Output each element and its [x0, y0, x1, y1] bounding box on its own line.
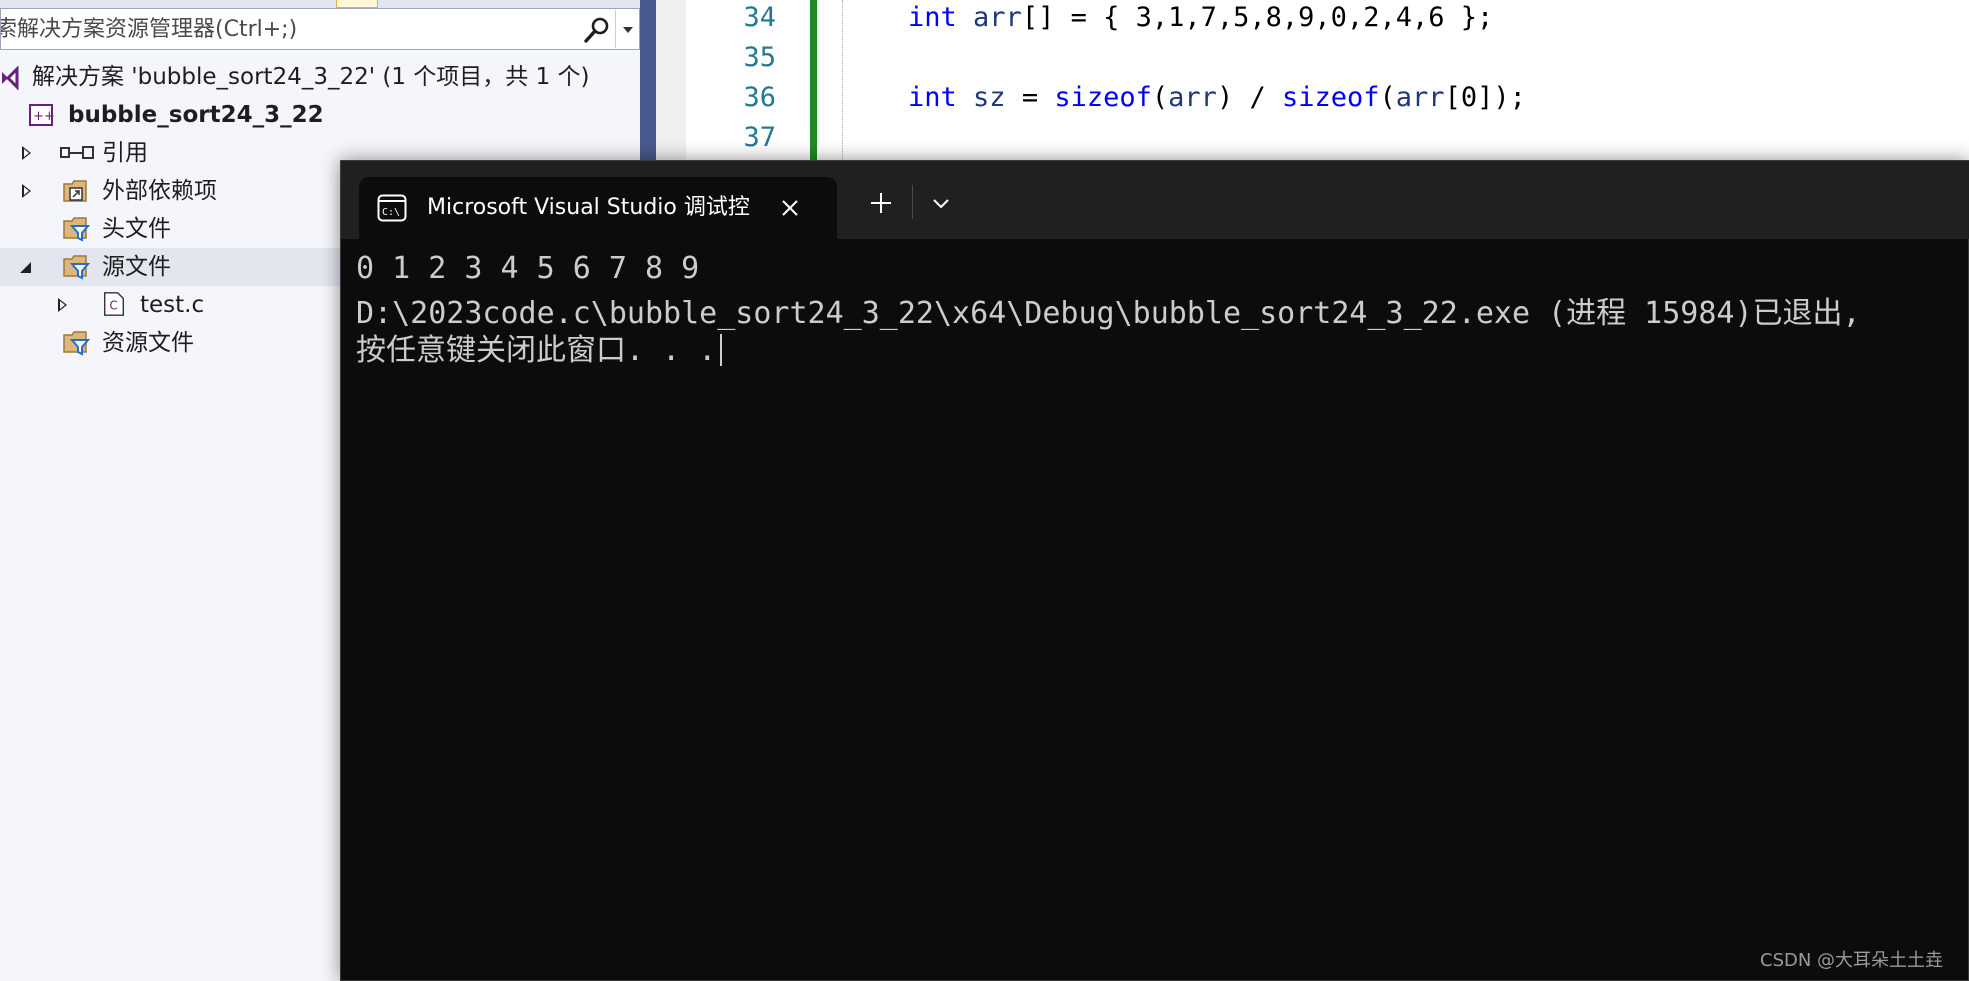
svg-text:C: C — [109, 299, 117, 313]
tree-item-solution[interactable]: 解决方案 'bubble_sort24_3_22' (1 个项目，共 1 个) — [0, 58, 640, 96]
console-prompt-line: 按任意键关闭此窗口. . . — [356, 325, 723, 369]
close-icon[interactable] — [775, 193, 805, 223]
identifier-token: arr — [973, 2, 1022, 33]
external-dependencies-label: 外部依赖项 — [102, 178, 217, 204]
keyword-token: sizeof — [1281, 82, 1380, 113]
console-output-line: 0 1 2 3 4 5 6 7 8 9 — [356, 251, 700, 286]
visual-studio-solution-icon — [2, 66, 19, 90]
code-editor[interactable]: 34 35 36 37 int arr[] = { 3,1,7,5,8,9,0,… — [686, 0, 1969, 160]
chevron-down-icon[interactable] — [923, 185, 959, 221]
document-tab-stub[interactable] — [336, 0, 378, 8]
console-icon: C:\ — [377, 194, 407, 222]
text-cursor — [720, 334, 723, 366]
solution-label: 解决方案 'bubble_sort24_3_22' (1 个项目，共 1 个) — [32, 64, 590, 90]
console-output-area[interactable]: 0 1 2 3 4 5 6 7 8 9 D:\2023code.c\bubble… — [341, 239, 1968, 980]
line-number: 34 — [743, 2, 776, 33]
search-input[interactable] — [1, 9, 571, 49]
external-dependencies-icon — [63, 180, 87, 202]
svg-text:++: ++ — [33, 109, 55, 124]
terminal-tab-strip: C:\ Microsoft Visual Studio 调试控 — [341, 161, 1969, 239]
tree-item-project[interactable]: ++ bubble_sort24_3_22 — [0, 96, 640, 134]
code-line-34: int arr[] = { 3,1,7,5,8,9,0,2,4,6 }; — [908, 2, 1493, 33]
code-token: = — [1005, 82, 1055, 113]
reference-icon — [60, 146, 94, 159]
line-number: 37 — [743, 122, 776, 153]
filter-folder-icon — [63, 217, 90, 242]
code-line-36: int sz = sizeof(arr) / sizeof(arr[0]); — [908, 82, 1526, 113]
new-tab-plus-icon[interactable] — [861, 183, 901, 223]
c-file-icon: C — [104, 292, 124, 316]
code-token: ( — [1379, 82, 1396, 113]
collapse-arrow-icon[interactable] — [18, 248, 38, 286]
change-tracking-bar — [810, 0, 817, 160]
code-token: ) / — [1216, 82, 1282, 113]
code-token: [0]); — [1444, 82, 1526, 113]
watermark-text: CSDN @大耳朵土土垚 — [1760, 950, 1944, 971]
code-token: ( — [1151, 82, 1169, 113]
filter-folder-icon — [63, 331, 90, 356]
c-project-icon: ++ — [29, 104, 55, 126]
expand-arrow-icon[interactable] — [54, 286, 74, 324]
svg-text:C:\: C:\ — [382, 207, 400, 218]
terminal-tab-title: Microsoft Visual Studio 调试控 — [427, 195, 750, 220]
keyword-token: int — [908, 82, 957, 113]
source-files-label: 源文件 — [102, 254, 171, 280]
debug-console-window[interactable]: C:\ Microsoft Visual Studio 调试控 0 1 2 3 … — [340, 160, 1969, 981]
project-label: bubble_sort24_3_22 — [68, 102, 324, 128]
indent-guide — [842, 0, 843, 160]
expand-arrow-icon[interactable] — [18, 172, 38, 210]
identifier-token: arr — [1168, 82, 1217, 113]
console-output-text: 按任意键关闭此窗口. . . — [356, 333, 717, 368]
search-icon[interactable] — [583, 16, 611, 44]
keyword-token: sizeof — [1054, 82, 1152, 113]
test-c-label: test.c — [140, 292, 205, 318]
header-files-label: 头文件 — [102, 216, 171, 242]
expand-arrow-icon[interactable] — [18, 134, 38, 172]
line-number: 35 — [743, 42, 776, 73]
tab-divider — [912, 185, 913, 219]
identifier-token: sz — [973, 82, 1006, 113]
keyword-token: int — [908, 2, 957, 33]
panel-top-strip — [0, 0, 640, 8]
identifier-token: arr — [1395, 82, 1445, 113]
search-options-dropdown[interactable] — [615, 10, 640, 48]
references-label: 引用 — [102, 140, 148, 166]
terminal-tab[interactable]: C:\ Microsoft Visual Studio 调试控 — [359, 177, 837, 239]
filter-folder-icon — [63, 255, 90, 280]
resource-files-label: 资源文件 — [102, 330, 194, 356]
solution-explorer-search — [0, 8, 640, 50]
code-token: [] = { 3,1,7,5,8,9,0,2,4,6 }; — [1021, 2, 1494, 33]
line-number: 36 — [743, 82, 776, 113]
